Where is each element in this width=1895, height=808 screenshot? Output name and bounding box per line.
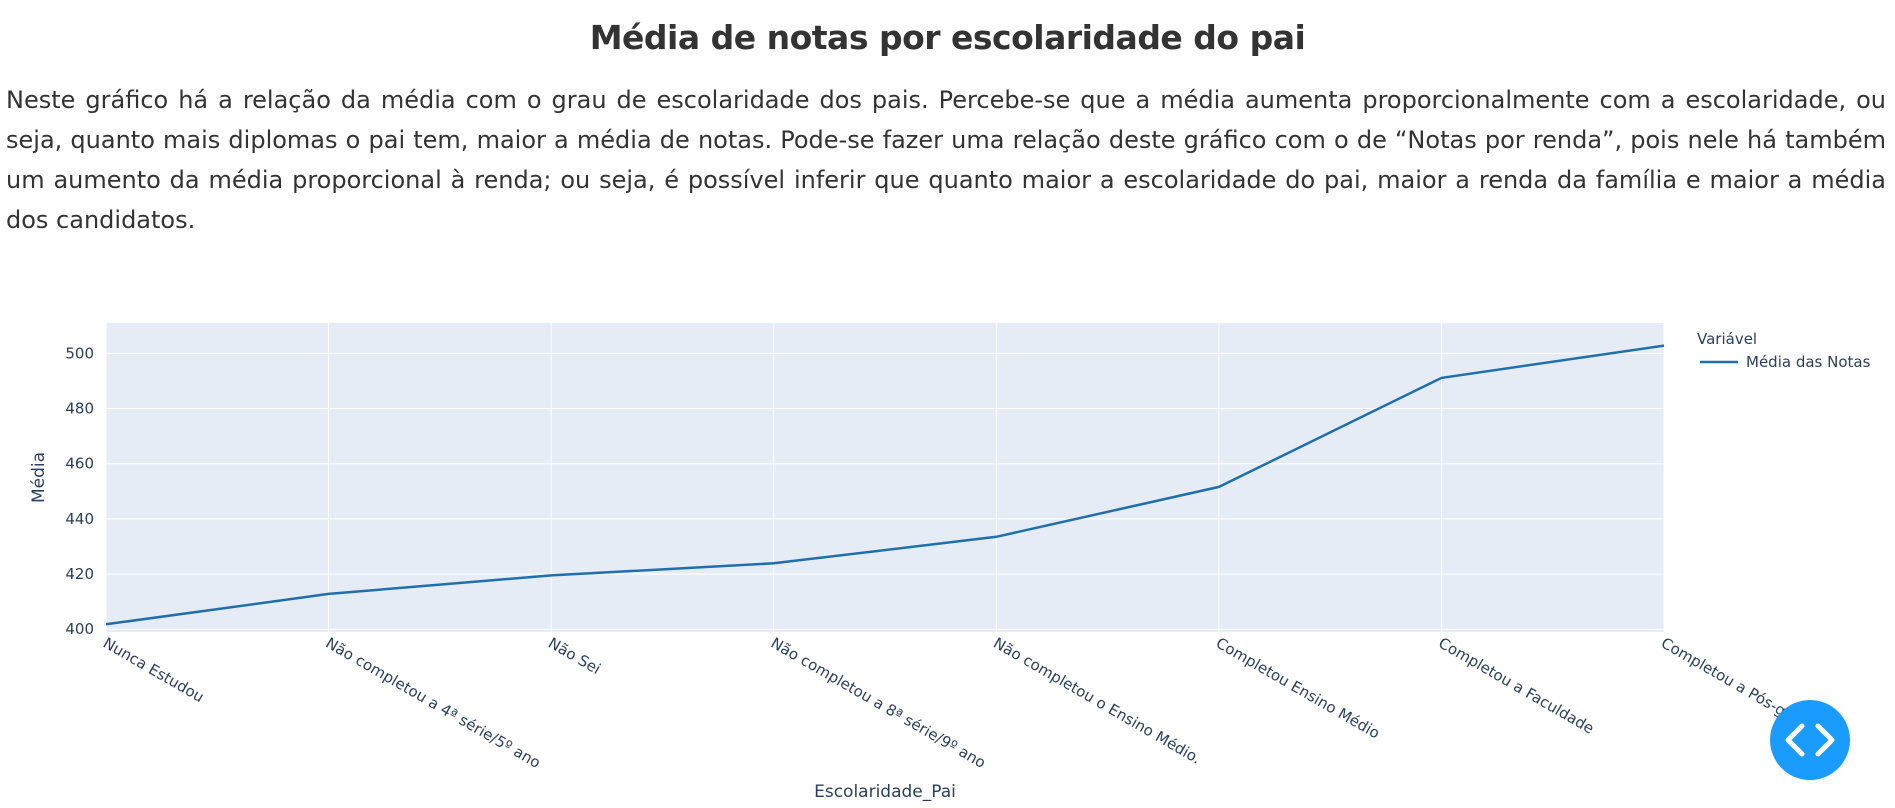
- y-tick-label: 460: [65, 455, 94, 473]
- x-tick-label: Não completou a 8ª série/9º ano: [768, 634, 989, 772]
- legend[interactable]: Variável Média das Notas: [1697, 330, 1871, 371]
- y-tick-label: 400: [65, 620, 94, 638]
- legend-item-media-das-notas[interactable]: Média das Notas: [1746, 353, 1871, 371]
- x-tick-label: Completou Ensino Médio: [1213, 634, 1383, 743]
- y-tick-label: 420: [65, 565, 94, 583]
- line-chart: 400 420 440 460 480 500 Nunca Estudou Não comp…: [29, 323, 1871, 802]
- page-title: Média de notas por escolaridade do pai: [589, 18, 1306, 57]
- y-axis-title: Média: [29, 452, 49, 503]
- y-tick-label: 500: [65, 344, 94, 362]
- y-tick-labels: 400 420 440 460 480 500: [65, 344, 94, 638]
- code-toggle-button[interactable]: [1770, 700, 1850, 780]
- x-tick-label: Não completou o Ensino Médio.: [990, 634, 1204, 768]
- code-brackets-icon: [1785, 723, 1835, 757]
- x-tick-label: Nunca Estudou: [100, 634, 207, 706]
- legend-title: Variável: [1697, 330, 1757, 348]
- x-tick-label: Não Sei: [545, 634, 604, 678]
- x-axis-title: Escolaridade_Pai: [814, 782, 956, 802]
- plot-area: [106, 323, 1664, 632]
- y-tick-label: 480: [65, 400, 94, 418]
- y-tick-label: 440: [65, 510, 94, 528]
- x-tick-label: Não completou a 4ª série/5º ano: [323, 634, 544, 772]
- x-tick-labels: Nunca Estudou Não completou a 4ª série/5º…: [100, 634, 1850, 772]
- x-tick-label: Completou a Faculdade: [1435, 634, 1597, 738]
- page-description: Neste gráfico há a relação da média com …: [6, 86, 1886, 234]
